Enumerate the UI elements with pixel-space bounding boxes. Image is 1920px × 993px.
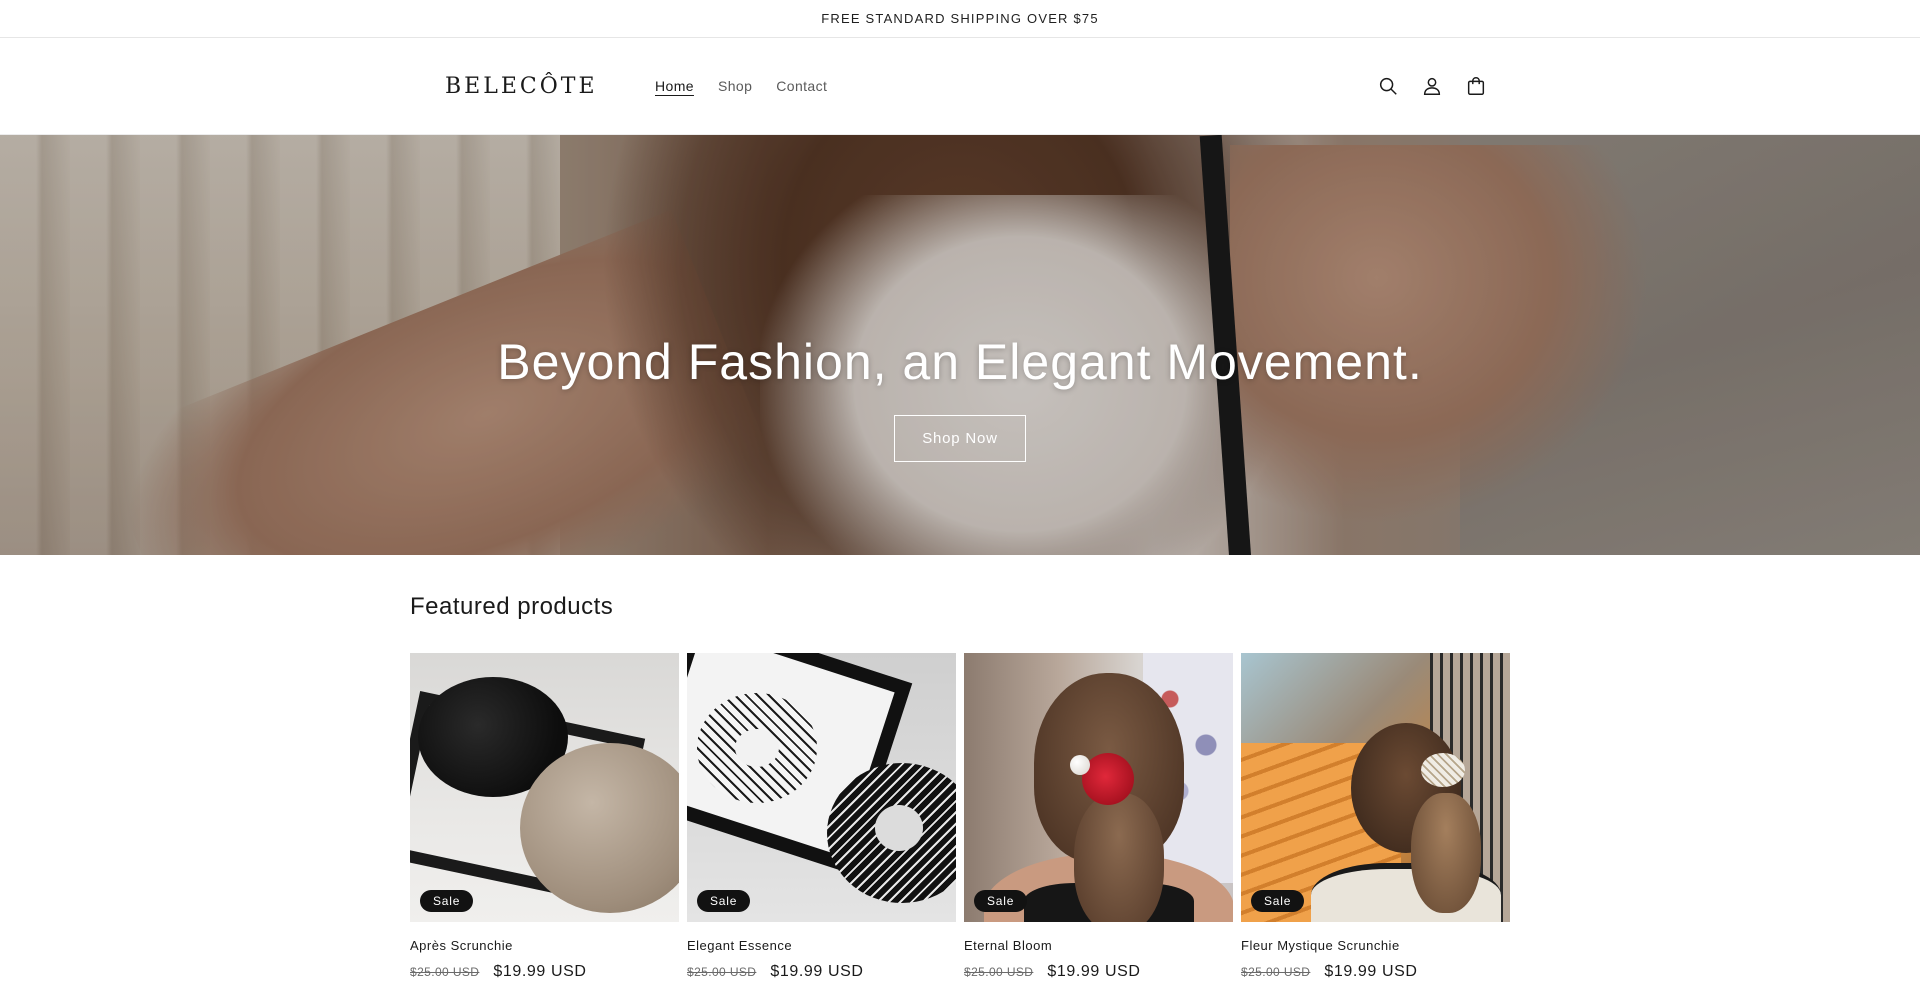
- sale-price: $19.99 USD: [1324, 963, 1418, 980]
- product-name[interactable]: Après Scrunchie: [410, 938, 679, 953]
- sale-badge: Sale: [974, 890, 1028, 912]
- sale-badge: Sale: [697, 890, 751, 912]
- announcement-bar: FREE STANDARD SHIPPING OVER $75: [0, 0, 1920, 38]
- announcement-text: FREE STANDARD SHIPPING OVER $75: [821, 11, 1099, 26]
- nav-contact[interactable]: Contact: [776, 74, 827, 98]
- sale-price: $19.99 USD: [1047, 963, 1141, 980]
- site-header: BELECÔTE Home Shop Contact: [0, 38, 1920, 135]
- cart-icon[interactable]: [1462, 72, 1490, 100]
- hero-content: Beyond Fashion, an Elegant Movement. Sho…: [0, 333, 1920, 462]
- featured-heading: Featured products: [410, 593, 614, 620]
- regular-price: $25.00 USD: [687, 965, 757, 979]
- account-icon[interactable]: [1418, 72, 1446, 100]
- price-row: $25.00 USD $19.99 USD: [687, 963, 956, 981]
- sale-price: $19.99 USD: [770, 963, 864, 980]
- product-image[interactable]: Sale: [964, 653, 1233, 922]
- shop-now-button[interactable]: Shop Now: [894, 415, 1026, 462]
- search-icon[interactable]: [1374, 72, 1402, 100]
- product-name[interactable]: Elegant Essence: [687, 938, 956, 953]
- product-name[interactable]: Fleur Mystique Scrunchie: [1241, 938, 1510, 953]
- regular-price: $25.00 USD: [410, 965, 480, 979]
- product-image-pearl: [1070, 755, 1090, 775]
- header-icons: [1374, 72, 1490, 100]
- product-image-ponytail: [1411, 793, 1481, 913]
- header-inner: BELECÔTE Home Shop Contact: [410, 38, 1510, 134]
- product-image-white-tweed-scrunchie: [697, 693, 817, 803]
- price-row: $25.00 USD $19.99 USD: [964, 963, 1233, 981]
- hero-title: Beyond Fashion, an Elegant Movement.: [497, 334, 1423, 390]
- featured-products: Featured products Sale Après Scrunchie $…: [410, 593, 1510, 981]
- sale-badge: Sale: [1251, 890, 1305, 912]
- regular-price: $25.00 USD: [964, 965, 1034, 979]
- product-name[interactable]: Eternal Bloom: [964, 938, 1233, 953]
- main-nav: Home Shop Contact: [655, 74, 827, 98]
- product-image[interactable]: Sale: [410, 653, 679, 922]
- regular-price: $25.00 USD: [1241, 965, 1311, 979]
- hero-banner: Beyond Fashion, an Elegant Movement. Sho…: [0, 135, 1920, 555]
- price-row: $25.00 USD $19.99 USD: [410, 963, 679, 981]
- product-card[interactable]: Sale Fleur Mystique Scrunchie $25.00 USD…: [1241, 653, 1510, 981]
- price-row: $25.00 USD $19.99 USD: [1241, 963, 1510, 981]
- sale-price: $19.99 USD: [493, 963, 587, 980]
- product-image[interactable]: Sale: [1241, 653, 1510, 922]
- product-grid: Sale Après Scrunchie $25.00 USD $19.99 U…: [410, 653, 1510, 981]
- product-image-scrunchie: [1421, 753, 1465, 787]
- nav-shop[interactable]: Shop: [718, 74, 752, 98]
- product-card[interactable]: Sale Après Scrunchie $25.00 USD $19.99 U…: [410, 653, 679, 981]
- logo[interactable]: BELECÔTE: [445, 74, 655, 99]
- product-image-red-flower-clip: [1082, 753, 1134, 805]
- product-card[interactable]: Sale Elegant Essence $25.00 USD $19.99 U…: [687, 653, 956, 981]
- product-image[interactable]: Sale: [687, 653, 956, 922]
- sale-badge: Sale: [420, 890, 474, 912]
- product-card[interactable]: Sale Eternal Bloom $25.00 USD $19.99 USD: [964, 653, 1233, 981]
- nav-home[interactable]: Home: [655, 74, 694, 98]
- product-image-ponytail: [1074, 793, 1164, 922]
